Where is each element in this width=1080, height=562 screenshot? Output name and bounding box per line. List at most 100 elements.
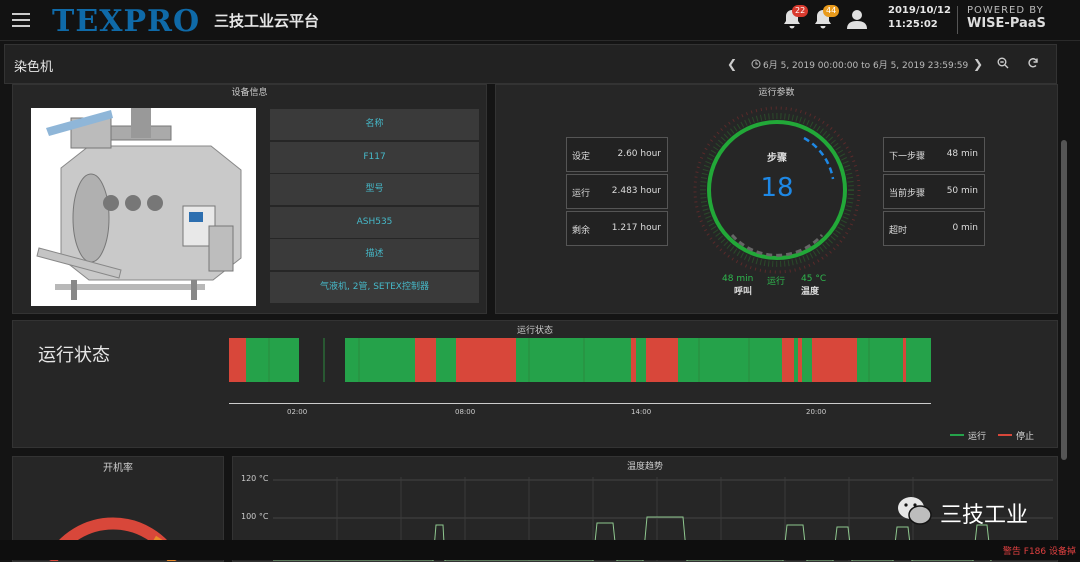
panel-title: 开机率 xyxy=(103,463,133,474)
refresh-icon[interactable] xyxy=(1027,57,1039,69)
machine-image xyxy=(31,108,256,306)
status-value: 运行 xyxy=(767,277,786,287)
param-label: 剩余 xyxy=(572,226,591,236)
notification-badge: 22 xyxy=(792,5,809,17)
gauge-title: 步骤 xyxy=(767,153,787,164)
watermark-text: 三技工业 xyxy=(940,503,1029,528)
panel-title: 温度趋势 xyxy=(626,462,663,472)
timeline-segment xyxy=(812,338,857,382)
y-tick: 100 °C xyxy=(241,512,269,521)
timeline-segment xyxy=(678,338,692,382)
axis-tick: 20:00 xyxy=(806,408,827,416)
status-label: 温度 xyxy=(801,287,820,297)
timeline-segment xyxy=(646,338,650,382)
status-value: 48 min xyxy=(722,274,754,284)
legend-run-label[interactable]: 运行 xyxy=(968,429,986,442)
param-card-run: 运行 2.483 hour xyxy=(566,174,668,209)
param-value: 48 min xyxy=(946,149,978,159)
timeline-segment xyxy=(802,338,812,382)
timeline-segment xyxy=(556,338,631,382)
divider xyxy=(957,6,958,34)
axis-tick: 02:00 xyxy=(287,408,308,416)
timeline-segment xyxy=(906,338,931,382)
status-timeline xyxy=(229,338,931,382)
notification-badge: 44 xyxy=(823,5,840,17)
legend-stop-swatch xyxy=(998,434,1012,436)
date-text: 2019/10/12 xyxy=(888,5,951,16)
param-value: 2.60 hour xyxy=(617,149,661,159)
brand-name: WISE-PaaS xyxy=(967,16,1046,31)
time-range[interactable]: 6月 5, 2019 00:00:00 to 6月 5, 2019 23:59:… xyxy=(763,58,968,71)
param-label: 下一步骤 xyxy=(889,152,926,162)
y-tick: 120 °C xyxy=(241,474,269,483)
menu-icon[interactable] xyxy=(12,13,30,27)
status-strip: 警告 F186 设备掉 xyxy=(0,540,1080,560)
timeline-segment xyxy=(274,338,299,382)
clock-icon xyxy=(751,59,761,69)
param-card-set: 设定 2.60 hour xyxy=(566,137,668,172)
device-name-label: 名称 xyxy=(270,109,479,140)
bell-icon[interactable]: 44 xyxy=(813,5,840,34)
device-name-value: F117 xyxy=(270,142,479,173)
param-card-remain: 剩余 1.217 hour xyxy=(566,211,668,246)
param-label: 当前步骤 xyxy=(889,189,926,199)
powered-by: POWERED BY xyxy=(967,5,1044,16)
axis-tick: 08:00 xyxy=(455,408,476,416)
param-label: 超时 xyxy=(889,226,908,236)
page-title: 染色机 xyxy=(14,60,54,75)
timeline-segment xyxy=(419,338,436,382)
run-params-panel: 运行参数 设定 2.60 hour 运行 2.483 hour 剩余 1.217… xyxy=(495,84,1058,314)
panel-title: 运行状态 xyxy=(516,326,553,336)
chevron-right-icon[interactable]: ❯ xyxy=(973,57,983,71)
timeline-segment xyxy=(692,338,782,382)
top-bar: TEXPRO 三技工业云平台 22 44 2019/10/12 11:25:02… xyxy=(0,0,1080,41)
param-value: 2.483 hour xyxy=(611,186,661,196)
device-desc-label: 描述 xyxy=(270,239,479,270)
bell-icon[interactable]: 22 xyxy=(782,5,809,34)
scrollbar[interactable] xyxy=(1061,140,1067,460)
timeline-segment xyxy=(903,338,906,382)
timeline-segment xyxy=(631,338,636,382)
user-icon[interactable] xyxy=(846,9,868,33)
alarm-message[interactable]: 警告 F186 设备掉 xyxy=(1003,544,1076,557)
param-card-current-step: 当前步骤 50 min xyxy=(883,174,985,209)
param-card-next-step: 下一步骤 48 min xyxy=(883,137,985,172)
sub-bar: 染色机 ❮ 6月 5, 2019 00:00:00 to 6月 5, 2019 … xyxy=(4,44,1057,84)
device-model-label: 型号 xyxy=(270,174,479,205)
timeline-segment xyxy=(345,338,415,382)
wechat-watermark: 三技工业 xyxy=(890,488,1060,534)
zoom-out-icon[interactable] xyxy=(997,57,1009,69)
timeline-segment xyxy=(794,338,798,382)
gauge-value: 18 xyxy=(760,173,794,203)
timeline-segment xyxy=(636,338,646,382)
panel-title: 设备信息 xyxy=(231,88,268,98)
timeline-segment xyxy=(857,338,903,382)
timeline-segment xyxy=(650,338,678,382)
timeline-segment xyxy=(456,338,516,382)
status-label: 呼叫 xyxy=(734,287,753,297)
status-big-label: 运行状态 xyxy=(38,345,110,366)
param-value: 0 min xyxy=(952,223,978,233)
timeline-segment xyxy=(246,338,274,382)
param-value: 50 min xyxy=(946,186,978,196)
legend-stop-label[interactable]: 停止 xyxy=(1016,429,1034,442)
logo: TEXPRO xyxy=(52,4,201,39)
axis-tick: 14:00 xyxy=(631,408,652,416)
chevron-left-icon[interactable]: ❮ xyxy=(727,57,737,71)
param-label: 运行 xyxy=(572,189,591,199)
app-title: 三技工业云平台 xyxy=(214,12,320,30)
panel-title: 运行参数 xyxy=(758,88,795,98)
timeline-segment xyxy=(229,338,231,382)
status-value: 45 °C xyxy=(801,274,827,284)
device-model-value: ASH535 xyxy=(270,207,479,238)
time-axis xyxy=(229,403,931,404)
timeline-segment xyxy=(782,338,794,382)
param-value: 1.217 hour xyxy=(611,223,661,233)
time-text: 11:25:02 xyxy=(888,19,938,30)
datetime: 2019/10/12 11:25:02 xyxy=(888,4,951,32)
param-card-timeout: 超时 0 min xyxy=(883,211,985,246)
timeline-segment xyxy=(415,338,419,382)
run-status-panel: 运行状态 运行状态 02:00 08:00 14:00 20:00 运行 停止 xyxy=(12,320,1058,448)
device-info-panel: 设备信息 名称 F117 型号 ASH535 描述 气液机, 2管, SETEX… xyxy=(12,84,487,314)
timeline-segment xyxy=(516,338,556,382)
